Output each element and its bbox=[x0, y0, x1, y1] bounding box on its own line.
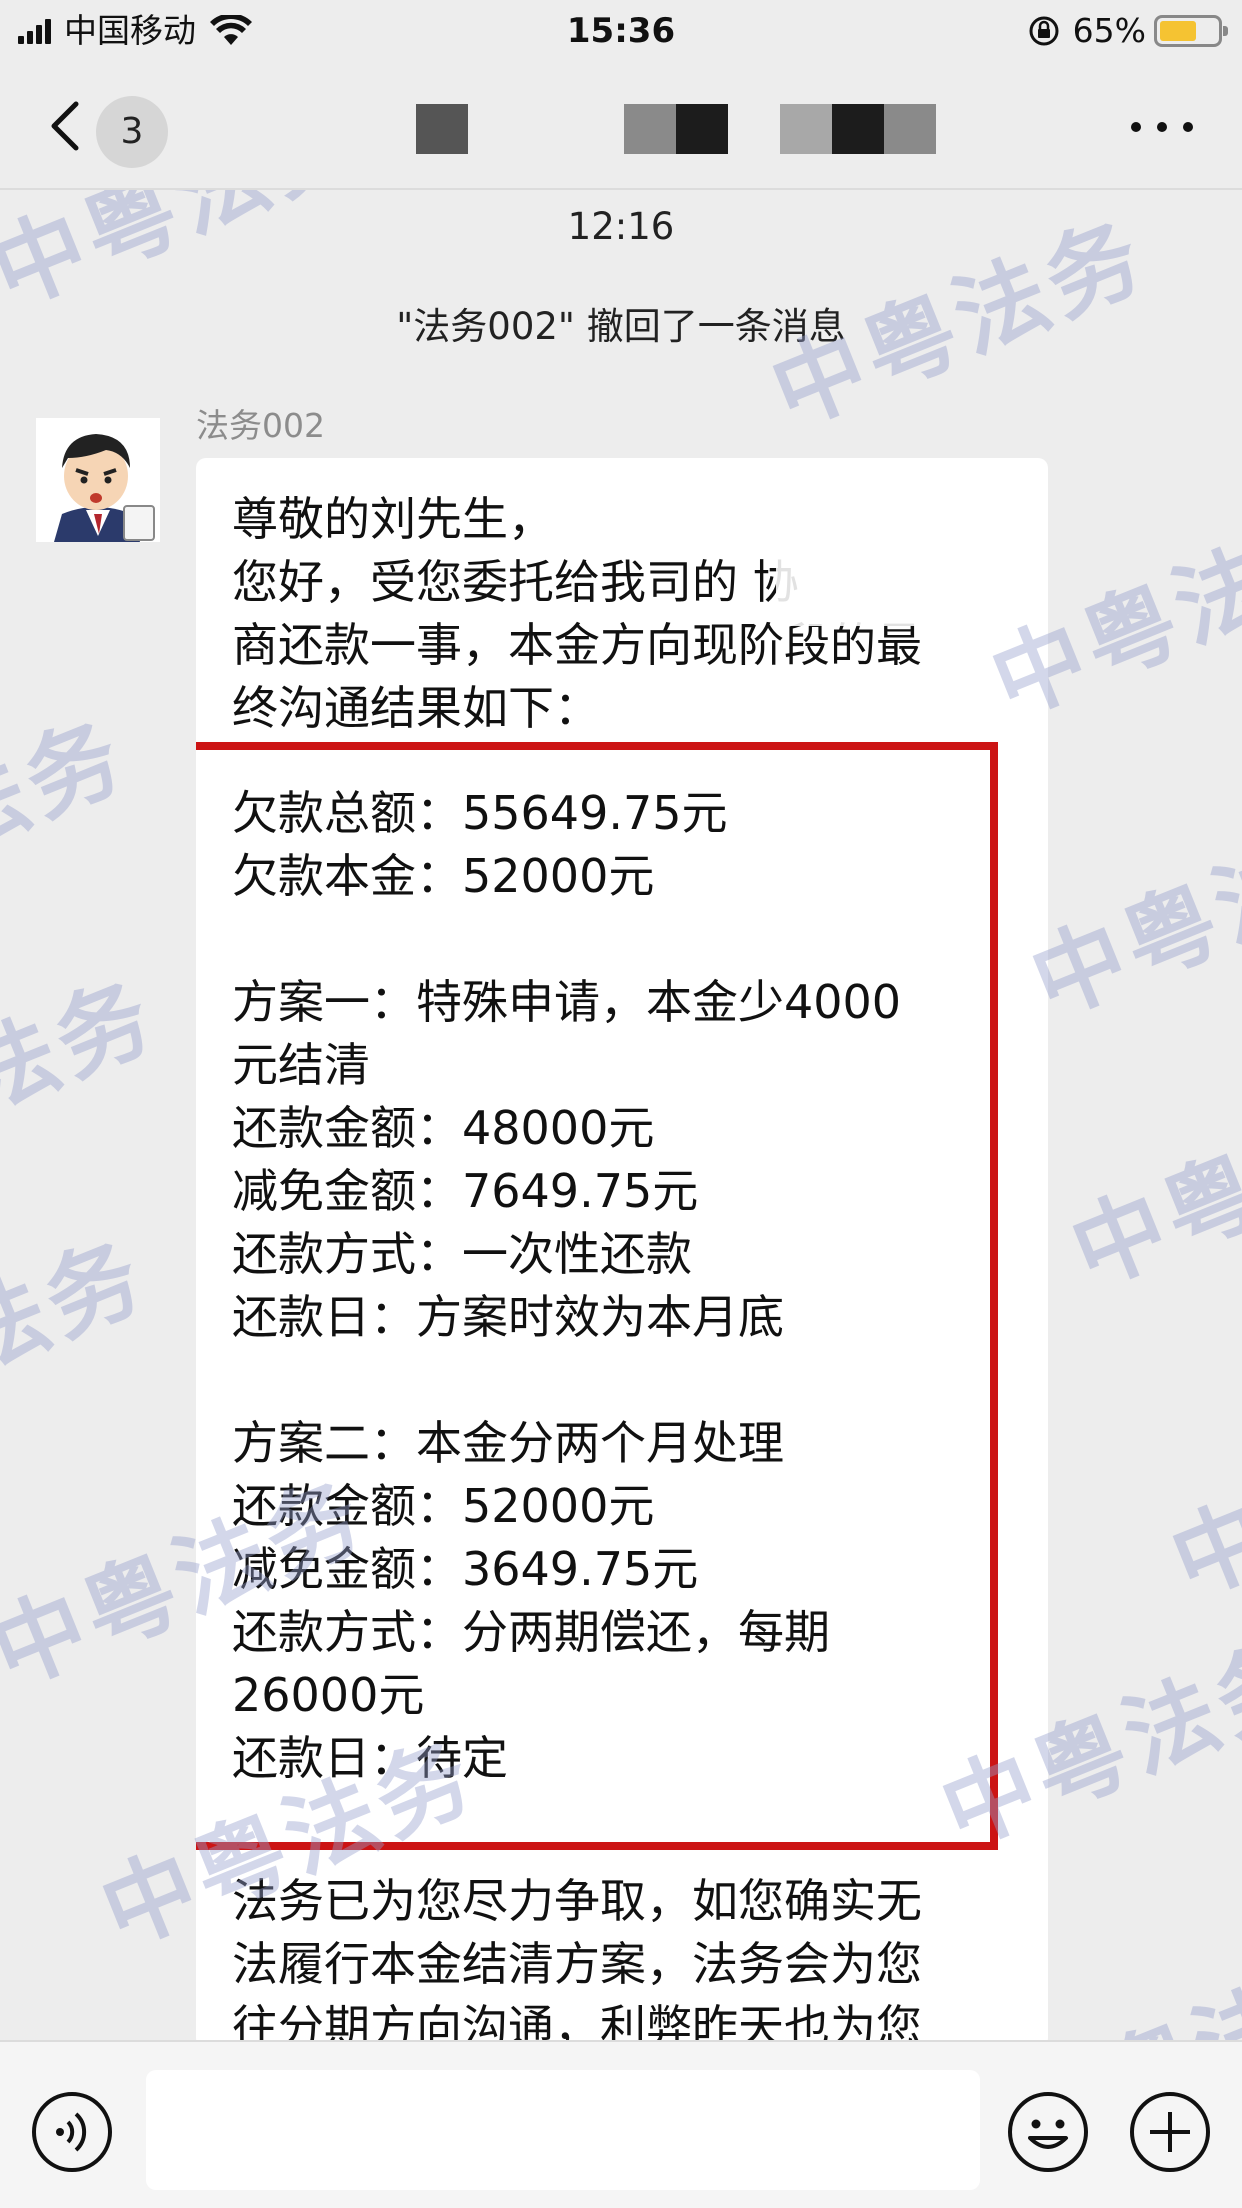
plan-line: 还款日：待定 bbox=[232, 1731, 508, 1785]
plan-line bbox=[232, 908, 901, 971]
message-line: 终沟通结果如下： bbox=[232, 681, 600, 735]
plan-line: 元结清 bbox=[232, 1038, 370, 1092]
unread-count-badge[interactable]: 3 bbox=[96, 96, 168, 168]
redaction-block bbox=[884, 104, 936, 154]
plan-line: 方案一：特殊申请，本金少4000 bbox=[232, 975, 902, 1029]
plan-line: 26000元 bbox=[232, 1668, 425, 1722]
recall-notice: "法务002" 撤回了一条消息 bbox=[396, 305, 846, 348]
message-bubble[interactable]: 尊敬的刘先生， 您好，受您委托给我司的 协 商还款一事，本金方向现阶段的最 终沟… bbox=[196, 458, 1048, 2048]
plan-line: 还款金额：52000元 bbox=[232, 1479, 655, 1533]
watermark-text: 中粤法务 bbox=[0, 960, 171, 1207]
message-line: 法履行本金结清方案，法务会为您 bbox=[232, 1937, 922, 1991]
plan-line: 还款方式：一次性还款 bbox=[232, 1227, 692, 1281]
battery-icon bbox=[1154, 15, 1228, 47]
chat-header: 3 bbox=[0, 62, 1242, 190]
plan-line: 还款金额：48000元 bbox=[232, 1101, 655, 1155]
redaction-block bbox=[832, 104, 884, 154]
plan-line: 欠款总额：55649.75元 bbox=[232, 786, 728, 840]
watermark-text: 中粤法务 bbox=[1157, 1370, 1242, 1617]
watermark-text: 中粤法务 bbox=[1057, 1060, 1242, 1307]
plan-line bbox=[232, 1349, 901, 1412]
message-timestamp: 12:16 bbox=[567, 205, 675, 248]
voice-icon[interactable] bbox=[30, 2090, 114, 2174]
redaction-block bbox=[416, 104, 468, 154]
message-line: 尊敬的刘先生， bbox=[232, 492, 554, 546]
message-outro: 法务已为您尽力争取，如您确实无 法履行本金结清方案，法务会为您 往分期方向沟通，… bbox=[232, 1870, 1022, 2048]
sender-avatar[interactable] bbox=[36, 418, 160, 542]
redaction-block bbox=[780, 104, 832, 154]
back-button[interactable] bbox=[38, 96, 98, 156]
redaction-block bbox=[676, 104, 728, 154]
repayment-plan-list: 欠款总额：55649.75元 欠款本金：52000元 方案一：特殊申请，本金少4… bbox=[232, 782, 901, 1790]
redaction-block bbox=[624, 104, 676, 154]
plan-line: 减免金额：3649.75元 bbox=[232, 1542, 699, 1596]
status-bar: 中国移动 15:36 65% bbox=[0, 0, 1242, 62]
more-options-button[interactable] bbox=[1122, 112, 1202, 142]
plan-line: 还款方式：分两期偿还，每期 bbox=[232, 1605, 830, 1659]
plan-line: 减免金额：7649.75元 bbox=[232, 1164, 699, 1218]
plan-line: 欠款本金：52000元 bbox=[232, 849, 655, 903]
plus-icon[interactable] bbox=[1128, 2090, 1212, 2174]
chat-input-bar bbox=[0, 2040, 1242, 2208]
sender-name: 法务002 bbox=[196, 406, 325, 445]
message-input[interactable] bbox=[146, 2070, 980, 2190]
plan-line: 还款日：方案时效为本月底 bbox=[232, 1290, 784, 1344]
battery-fill bbox=[1160, 21, 1197, 41]
rotation-lock-icon bbox=[1029, 16, 1059, 46]
status-right: 65% bbox=[1027, 11, 1228, 50]
plan-line: 方案二：本金分两个月处理 bbox=[232, 1416, 784, 1470]
emoji-icon[interactable] bbox=[1006, 2090, 1090, 2174]
battery-percent: 65% bbox=[1072, 11, 1146, 50]
watermark-text: 中粤法务 bbox=[0, 1220, 161, 1467]
watermark-text: 中粤法务 bbox=[0, 700, 141, 947]
message-line: 法务已为您尽力争取，如您确实无 bbox=[232, 1874, 922, 1928]
redaction-cover bbox=[776, 550, 946, 626]
lawyer-cartoon-icon bbox=[36, 418, 160, 542]
